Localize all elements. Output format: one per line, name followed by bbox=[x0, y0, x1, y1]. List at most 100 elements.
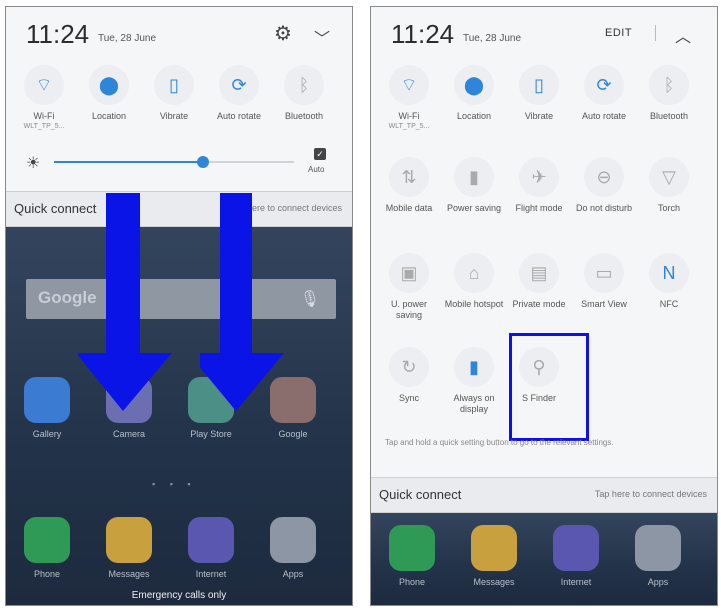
toggle-label: Torch bbox=[657, 203, 680, 213]
quick-connect-bar[interactable]: Quick connect Tap here to connect device… bbox=[371, 477, 717, 513]
chevron-up-icon[interactable]: ︿ bbox=[675, 23, 691, 47]
app-label: Messages bbox=[473, 577, 515, 587]
mic-icon[interactable]: 🎙 bbox=[300, 289, 320, 309]
app-icon bbox=[389, 525, 435, 571]
app-icon bbox=[635, 525, 681, 571]
app-icon bbox=[270, 517, 316, 563]
toggle-label: U. power saving bbox=[390, 299, 427, 320]
toggle-label: NFC bbox=[659, 299, 679, 309]
toggle-label: Power saving bbox=[446, 203, 502, 213]
app-apps[interactable]: Apps bbox=[262, 517, 324, 579]
toggle-auto-rotate[interactable]: ⟳ Auto rotate bbox=[574, 65, 634, 122]
edit-button[interactable]: EDIT bbox=[605, 27, 632, 39]
toggle-vibrate[interactable]: ▯ Vibrate bbox=[144, 65, 204, 122]
toggle-label: Bluetooth bbox=[649, 111, 689, 121]
app-apps[interactable]: Apps bbox=[627, 525, 689, 587]
toggle-mobile-data[interactable]: ⇅ Mobile data bbox=[379, 157, 439, 214]
toggle-wi-fi[interactable]: ⌔ Wi-Fi WLT_TP_5... bbox=[14, 65, 74, 131]
toggle-always-on-display[interactable]: ▮ Always on display bbox=[444, 347, 504, 415]
toggle-vibrate[interactable]: ▯ Vibrate bbox=[509, 65, 569, 122]
right-screenshot: 11:24 Tue, 28 June EDIT ︿ ⌔ Wi-Fi WLT_TP_5… bbox=[370, 6, 718, 606]
vibrate-icon: ▯ bbox=[154, 65, 194, 105]
toggle-label: Auto rotate bbox=[216, 111, 262, 121]
do-not-disturb-icon: ⊖ bbox=[584, 157, 624, 197]
toggle-u-power-saving[interactable]: ▣ U. power saving bbox=[379, 253, 439, 321]
app-messages[interactable]: Messages bbox=[98, 517, 160, 579]
clock: 11:24 bbox=[391, 19, 455, 49]
date: Tue, 28 June bbox=[98, 33, 157, 44]
app-internet[interactable]: Internet bbox=[545, 525, 607, 587]
torch-icon: ▽ bbox=[649, 157, 689, 197]
toggle-do-not-disturb[interactable]: ⊖ Do not disturb bbox=[574, 157, 634, 214]
app-label: Camera bbox=[112, 429, 145, 439]
app-label: Apps bbox=[282, 569, 304, 579]
toggle-label: Smart View bbox=[581, 299, 627, 309]
toggle-sublabel: WLT_TP_5... bbox=[388, 123, 430, 130]
chevron-down-icon[interactable]: ﹀ bbox=[314, 25, 330, 49]
down-arrow-left bbox=[78, 193, 172, 411]
location-icon: ⬤ bbox=[454, 65, 494, 105]
s-finder-highlight bbox=[509, 333, 589, 441]
sync-icon: ↻ bbox=[389, 347, 429, 387]
app-icon bbox=[188, 517, 234, 563]
hotspot-icon: ⌂ bbox=[454, 253, 494, 293]
quick-connect-bar[interactable]: Quick connect Tap here to connect device… bbox=[6, 191, 352, 227]
bluetooth-icon: ᛒ bbox=[284, 65, 324, 105]
left-screenshot: 11:24 Tue, 28 June ⚙ ﹀ ⌔ Wi-Fi WLT_TP_5...… bbox=[5, 6, 353, 606]
app-icon bbox=[553, 525, 599, 571]
app-phone[interactable]: Phone bbox=[381, 525, 443, 587]
app-icon bbox=[24, 517, 70, 563]
toggle-power-saving[interactable]: ▮ Power saving bbox=[444, 157, 504, 214]
clock: 11:24 bbox=[26, 19, 90, 49]
toggle-label: Location bbox=[91, 111, 127, 121]
app-icon bbox=[471, 525, 517, 571]
app-gallery[interactable]: Gallery bbox=[16, 377, 78, 439]
toggle-sync[interactable]: ↻ Sync bbox=[379, 347, 439, 404]
toggle-wi-fi[interactable]: ⌔ Wi-Fi WLT_TP_5... bbox=[379, 65, 439, 131]
airplane-icon: ✈ bbox=[519, 157, 559, 197]
toggle-private-mode[interactable]: ▤ Private mode bbox=[509, 253, 569, 310]
toggle-label: Wi-Fi bbox=[398, 111, 420, 121]
app-internet[interactable]: Internet bbox=[180, 517, 242, 579]
app-phone[interactable]: Phone bbox=[16, 517, 78, 579]
brightness-slider-knob[interactable] bbox=[196, 156, 209, 168]
page-indicator: ▪ ▪ ▪ bbox=[152, 479, 197, 489]
home-screen: Google 🎙 Gallery Camera Play Store Google ▪… bbox=[6, 227, 352, 605]
settings-gear-icon[interactable]: ⚙ bbox=[274, 21, 292, 46]
rotate-icon: ⟳ bbox=[219, 65, 259, 105]
toggle-flight-mode[interactable]: ✈ Flight mode bbox=[509, 157, 569, 214]
auto-brightness-label: Auto bbox=[308, 165, 325, 174]
app-messages[interactable]: Messages bbox=[463, 525, 525, 587]
home-screen: Phone Messages Internet Apps bbox=[371, 513, 717, 605]
auto-brightness-checkbox[interactable]: ✓ bbox=[314, 148, 326, 160]
brightness-icon: ☀ bbox=[26, 155, 41, 172]
toggle-bluetooth[interactable]: ᛒ Bluetooth bbox=[639, 65, 699, 122]
app-label: Google bbox=[278, 429, 308, 439]
app-label: Internet bbox=[195, 569, 227, 579]
app-label: Phone bbox=[398, 577, 426, 587]
toggle-nfc[interactable]: N NFC bbox=[639, 253, 699, 310]
ultra-power-icon: ▣ bbox=[389, 253, 429, 293]
app-label: Internet bbox=[560, 577, 592, 587]
private-mode-icon: ▤ bbox=[519, 253, 559, 293]
app-label: Phone bbox=[33, 569, 61, 579]
mobile-data-icon: ⇅ bbox=[389, 157, 429, 197]
toggle-torch[interactable]: ▽ Torch bbox=[639, 157, 699, 214]
toggle-smart-view[interactable]: ▭ Smart View bbox=[574, 253, 634, 310]
date: Tue, 28 June bbox=[463, 33, 522, 44]
app-icon bbox=[24, 377, 70, 423]
toggle-label: Private mode bbox=[512, 299, 566, 309]
location-icon: ⬤ bbox=[89, 65, 129, 105]
rotate-icon: ⟳ bbox=[584, 65, 624, 105]
app-icon bbox=[106, 517, 152, 563]
quick-connect-hint: Tap here to connect devices bbox=[594, 489, 707, 499]
toggle-auto-rotate[interactable]: ⟳ Auto rotate bbox=[209, 65, 269, 122]
toggle-label: Auto rotate bbox=[581, 111, 627, 121]
toggle-location[interactable]: ⬤ Location bbox=[444, 65, 504, 122]
toggle-mobile-hotspot[interactable]: ⌂ Mobile hotspot bbox=[444, 253, 504, 310]
toggle-label: Mobile data bbox=[385, 203, 433, 213]
toggle-location[interactable]: ⬤ Location bbox=[79, 65, 139, 122]
toggle-bluetooth[interactable]: ᛒ Bluetooth bbox=[274, 65, 334, 122]
wifi-icon: ⌔ bbox=[24, 65, 64, 105]
toggle-label: Mobile hotspot bbox=[444, 299, 504, 309]
